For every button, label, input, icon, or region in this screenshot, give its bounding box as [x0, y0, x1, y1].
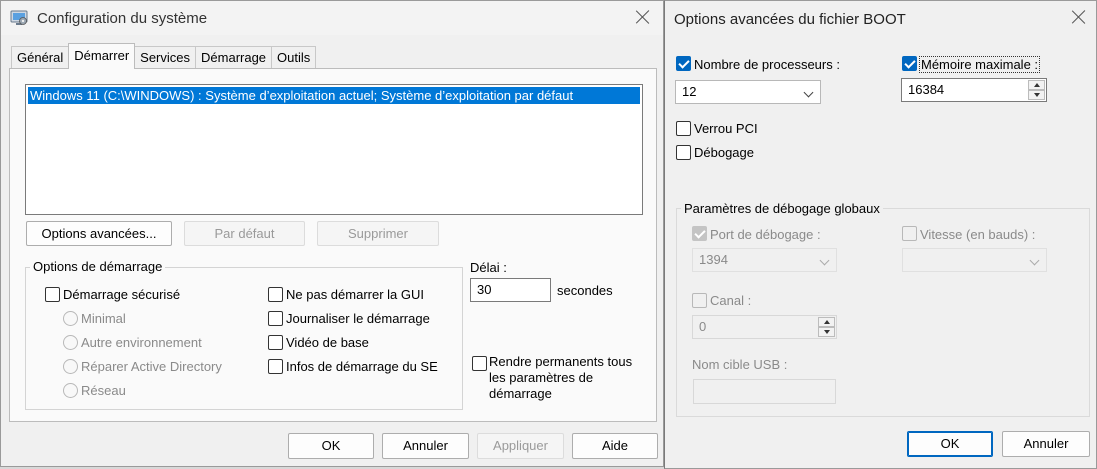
safe-boot-label: Démarrage sécurisé [63, 287, 181, 302]
timeout-input[interactable]: 30 [470, 278, 551, 302]
boot-entries-list[interactable]: Windows 11 (C:\WINDOWS) : Système d’expl… [25, 84, 643, 215]
apply-label: Appliquer [493, 438, 548, 453]
spin-down-icon[interactable] [818, 327, 835, 337]
tab-boot[interactable]: Démarrer [68, 43, 136, 69]
ad-repair-radio[interactable] [63, 359, 78, 374]
apply-button[interactable]: Appliquer [477, 433, 564, 459]
advanced-cancel-button[interactable]: Annuler [1002, 431, 1090, 457]
chevron-down-icon [819, 255, 830, 266]
system-configuration-window: Configuration du système Général Démarre… [0, 0, 664, 467]
system-config-icon [10, 10, 28, 25]
baud-rate-checkbox[interactable] [902, 226, 917, 241]
alternate-shell-radio[interactable] [63, 335, 78, 350]
advanced-window-title: Options avancées du fichier BOOT [674, 11, 906, 28]
boot-log-label: Journaliser le démarrage [286, 311, 430, 326]
usb-target-label: Nom cible USB : [692, 357, 788, 372]
title-bar: Configuration du système [1, 1, 663, 35]
minimal-radio[interactable] [63, 311, 78, 326]
baud-rate-select[interactable] [902, 248, 1047, 272]
tab-tools[interactable]: Outils [271, 46, 317, 69]
debug-checkbox[interactable] [676, 145, 691, 160]
debug-port-checkbox[interactable] [692, 226, 707, 241]
window-title: Configuration du système [37, 10, 208, 27]
boot-options-group-label: Options de démarrage [30, 259, 166, 274]
cancel-button[interactable]: Annuler [382, 433, 469, 459]
advanced-ok-label: OK [940, 436, 960, 451]
os-boot-info-label: Infos de démarrage du SE [286, 359, 438, 374]
channel-checkbox[interactable] [692, 293, 707, 308]
advanced-boot-options-window: Options avancées du fichier BOOT Nombre … [664, 0, 1097, 469]
channel-input[interactable]: 0 [692, 315, 837, 339]
timeout-unit-label: secondes [557, 283, 613, 298]
no-gui-label: Ne pas démarrer la GUI [286, 287, 424, 302]
spin-up-icon[interactable] [818, 317, 835, 327]
boot-log-checkbox[interactable] [268, 311, 283, 326]
delete-label: Supprimer [348, 226, 408, 241]
baud-rate-label: Vitesse (en bauds) : [920, 227, 1036, 242]
set-default-button[interactable]: Par défaut [184, 221, 305, 246]
num-processors-checkbox[interactable] [676, 56, 691, 71]
network-radio[interactable] [63, 383, 78, 398]
alternate-shell-label: Autre environnement [81, 335, 202, 350]
usb-target-input[interactable] [693, 379, 836, 404]
tab-startup[interactable]: Démarrage [195, 46, 273, 69]
tab-services[interactable]: Services [134, 46, 197, 69]
channel-value: 0 [699, 319, 707, 334]
ok-button[interactable]: OK [288, 433, 374, 459]
chevron-down-icon [1029, 255, 1040, 266]
num-processors-select[interactable]: 12 [675, 80, 821, 104]
timeout-label: Délai : [470, 260, 507, 275]
no-gui-checkbox[interactable] [268, 287, 283, 302]
advanced-ok-button[interactable]: OK [907, 431, 993, 457]
ok-label: OK [321, 438, 341, 453]
network-label: Réseau [81, 383, 126, 398]
help-label: Aide [601, 438, 629, 453]
base-video-checkbox[interactable] [268, 335, 283, 350]
base-video-label: Vidéo de base [286, 335, 369, 350]
set-default-label: Par défaut [214, 226, 275, 241]
advanced-options-button[interactable]: Options avancées... [26, 221, 172, 246]
list-item[interactable]: Windows 11 (C:\WINDOWS) : Système d’expl… [28, 87, 640, 104]
ad-repair-label: Réparer Active Directory [81, 359, 222, 374]
max-memory-input[interactable]: 16384 [901, 78, 1047, 102]
max-memory-label: Mémoire maximale : [918, 56, 1041, 73]
safe-boot-checkbox[interactable] [45, 287, 60, 302]
close-icon[interactable] [635, 9, 651, 25]
spin-down-icon[interactable] [1028, 90, 1045, 100]
close-icon[interactable] [1071, 9, 1087, 25]
spin-up-icon[interactable] [1028, 80, 1045, 90]
global-debug-group-label: Paramètres de débogage globaux [681, 201, 883, 216]
make-permanent-checkbox[interactable] [472, 356, 487, 371]
tab-strip: Général Démarrer Services Démarrage Outi… [11, 43, 317, 69]
pci-lock-checkbox[interactable] [676, 121, 691, 136]
debug-label: Débogage [694, 145, 754, 160]
minimal-label: Minimal [81, 311, 126, 326]
delete-button[interactable]: Supprimer [317, 221, 439, 246]
max-memory-checkbox[interactable] [902, 56, 917, 71]
debug-port-value: 1394 [699, 252, 728, 267]
debug-port-select[interactable]: 1394 [692, 248, 837, 272]
help-button[interactable]: Aide [572, 433, 658, 459]
pci-lock-label: Verrou PCI [694, 121, 758, 136]
advanced-cancel-label: Annuler [1023, 436, 1069, 451]
advanced-options-label: Options avancées... [41, 226, 157, 241]
max-memory-value: 16384 [908, 82, 945, 97]
cancel-label: Annuler [403, 438, 448, 453]
chevron-down-icon [803, 87, 814, 98]
num-processors-value: 12 [682, 84, 697, 99]
os-boot-info-checkbox[interactable] [268, 359, 283, 374]
make-permanent-label: Rendre permanents tous les paramètres de… [489, 354, 633, 401]
num-processors-label: Nombre de processeurs : [694, 57, 840, 72]
tab-general[interactable]: Général [11, 46, 70, 69]
channel-label: Canal : [710, 293, 752, 308]
debug-port-label: Port de débogage : [710, 227, 821, 242]
